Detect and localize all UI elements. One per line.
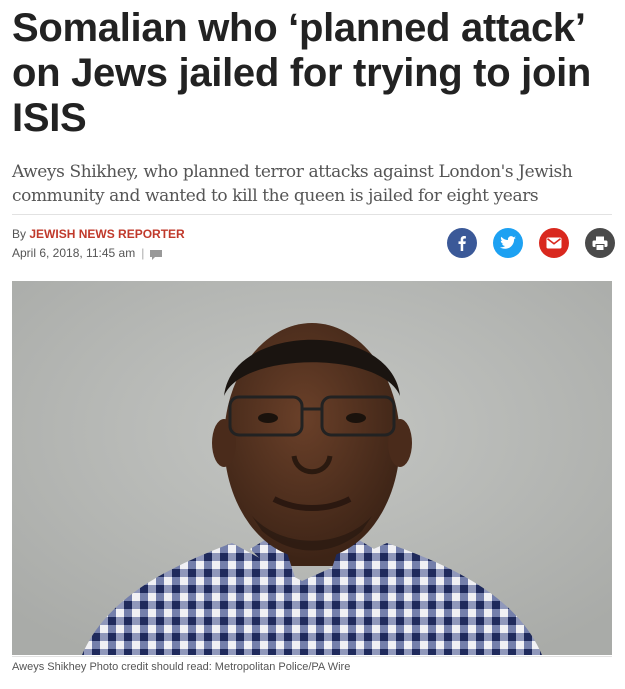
email-icon — [546, 237, 562, 249]
twitter-icon — [500, 236, 516, 249]
photo-caption: Aweys Shikhey Photo credit should read: … — [12, 661, 351, 673]
facebook-icon — [458, 236, 466, 251]
headline: Somalian who ‘planned attack’ on Jews ja… — [12, 6, 592, 140]
publish-date: April 6, 2018, 11:45 am — [12, 246, 136, 260]
share-bar — [447, 228, 615, 258]
divider — [12, 214, 612, 215]
facebook-share-button[interactable] — [447, 228, 477, 258]
standfirst: Aweys Shikhey, who planned terror attack… — [12, 162, 573, 206]
article-page: Somalian who ‘planned attack’ on Jews ja… — [0, 0, 625, 689]
print-button[interactable] — [585, 228, 615, 258]
dateline: April 6, 2018, 11:45 am | — [12, 246, 163, 260]
print-icon — [592, 236, 608, 251]
separator: | — [141, 246, 145, 260]
twitter-share-button[interactable] — [493, 228, 523, 258]
author-link[interactable]: JEWISH NEWS REPORTER — [29, 227, 184, 241]
byline: By JEWISH NEWS REPORTER — [12, 227, 185, 241]
byline-prefix: By — [12, 227, 27, 241]
article-photo — [12, 281, 612, 655]
comment-icon[interactable] — [150, 249, 163, 260]
email-share-button[interactable] — [539, 228, 569, 258]
portrait-illustration — [12, 281, 612, 655]
caption-divider — [12, 656, 612, 657]
